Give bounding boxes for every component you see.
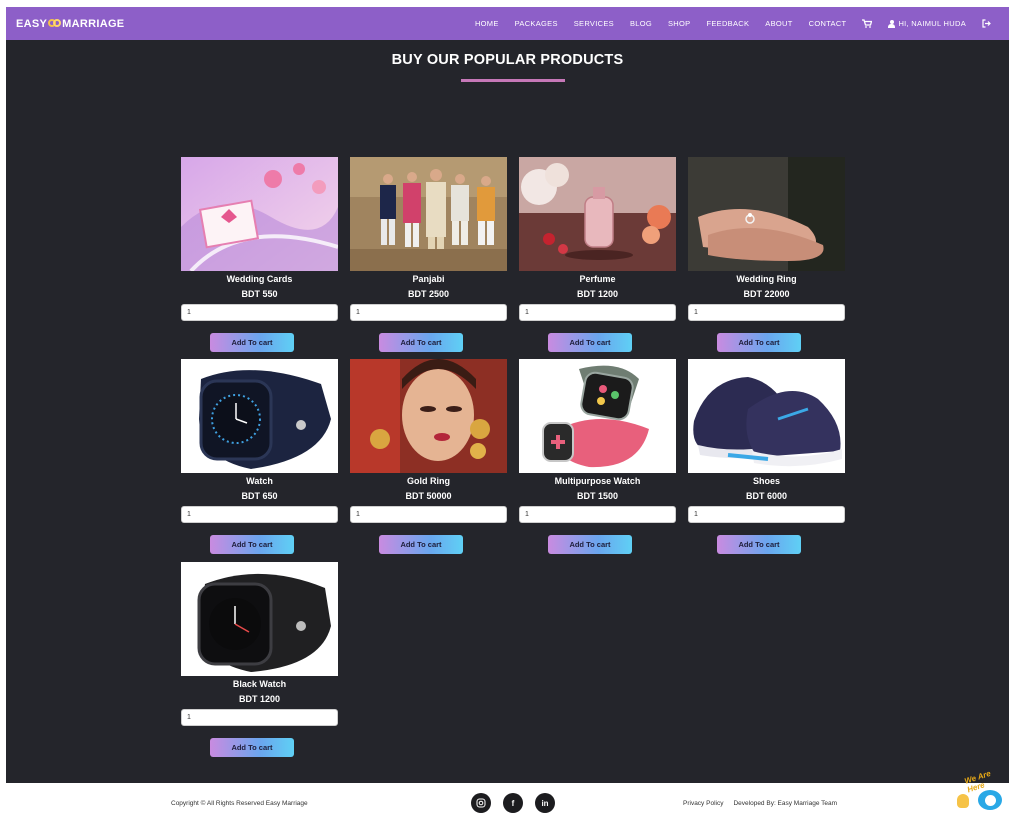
product-card-black-watch: Black Watch BDT 1200 Add To cart [181, 562, 338, 757]
add-to-cart-button[interactable]: Add To cart [717, 535, 801, 554]
add-to-cart-button[interactable]: Add To cart [210, 333, 294, 352]
logout-icon[interactable] [974, 19, 999, 28]
footer-links: Privacy Policy Developed By: Easy Marria… [683, 800, 837, 807]
product-name: Wedding Ring [736, 274, 797, 284]
nav-link-shop[interactable]: SHOP [660, 19, 698, 28]
developed-by-text: Developed By: Easy Marriage Team [733, 800, 838, 807]
product-name: Black Watch [232, 679, 287, 689]
gold-ring-image [350, 359, 507, 473]
title-underline [461, 79, 565, 82]
instagram-icon[interactable] [471, 793, 491, 813]
cart-icon[interactable] [854, 19, 880, 28]
wedding-ring-image [688, 157, 845, 271]
nav-link-services[interactable]: SERVICES [566, 19, 622, 28]
product-price: BDT 22000 [743, 289, 790, 299]
copyright-text: Copyright © All Rights Reserved Easy Mar… [171, 800, 308, 807]
product-name: Shoes [752, 476, 780, 486]
product-card-wedding-cards: Wedding Cards BDT 550 Add To cart [181, 157, 338, 352]
chat-help-widget[interactable]: We Are Here [955, 769, 1009, 813]
top-navbar: EASY MARRIAGE HOME PACKAGES SERVICES BLO… [6, 7, 1009, 40]
quantity-input[interactable] [181, 506, 338, 523]
nav-link-home[interactable]: HOME [467, 19, 507, 28]
quantity-input[interactable] [688, 506, 845, 523]
quantity-input[interactable] [519, 304, 676, 321]
perfume-image [519, 157, 676, 271]
shoes-image [688, 359, 845, 473]
user-name: HI, NAIMUL HUDA [898, 19, 966, 28]
waving-hand-icon [957, 794, 969, 808]
quantity-input[interactable] [350, 506, 507, 523]
nav-link-feedback[interactable]: FEEDBACK [698, 19, 757, 28]
nav-links: HOME PACKAGES SERVICES BLOG SHOP FEEDBAC… [467, 19, 999, 28]
product-price: BDT 1200 [576, 289, 619, 299]
product-card-multipurpose-watch: Multipurpose Watch BDT 1500 Add To cart [519, 359, 676, 554]
product-price: BDT 50000 [405, 491, 452, 501]
product-name: Watch [246, 476, 273, 486]
brand-text-right: MARRIAGE [62, 17, 125, 30]
multipurpose-watch-image [519, 359, 676, 473]
product-price: BDT 2500 [407, 289, 450, 299]
rings-icon [48, 19, 62, 28]
linkedin-icon[interactable]: in [535, 793, 555, 813]
quantity-input[interactable] [688, 304, 845, 321]
page-frame: EASY MARRIAGE HOME PACKAGES SERVICES BLO… [6, 7, 1009, 783]
nav-link-blog[interactable]: BLOG [622, 19, 660, 28]
product-price: BDT 1200 [238, 694, 281, 704]
product-name: Perfume [579, 274, 616, 284]
product-name: Multipurpose Watch [554, 476, 641, 486]
product-price: BDT 650 [241, 491, 278, 501]
social-links: f in [471, 793, 555, 813]
quantity-input[interactable] [519, 506, 676, 523]
brand-text-left: EASY [16, 17, 48, 30]
add-to-cart-button[interactable]: Add To cart [210, 535, 294, 554]
chat-bubble-icon[interactable] [976, 788, 1004, 812]
product-name: Wedding Cards [226, 274, 293, 284]
page-title: BUY OUR POPULAR PRODUCTS [391, 52, 624, 68]
user-menu[interactable]: HI, NAIMUL HUDA [880, 19, 974, 28]
add-to-cart-button[interactable]: Add To cart [210, 738, 294, 757]
brand-logo[interactable]: EASY MARRIAGE [16, 18, 124, 30]
product-card-wedding-ring: Wedding Ring BDT 22000 Add To cart [688, 157, 845, 352]
product-price: BDT 550 [241, 289, 278, 299]
product-card-perfume: Perfume BDT 1200 Add To cart [519, 157, 676, 352]
add-to-cart-button[interactable]: Add To cart [548, 333, 632, 352]
footer: Copyright © All Rights Reserved Easy Mar… [0, 783, 1009, 813]
add-to-cart-button[interactable]: Add To cart [379, 535, 463, 554]
product-card-watch: Watch BDT 650 Add To cart [181, 359, 338, 554]
nav-link-about[interactable]: ABOUT [757, 19, 800, 28]
wedding-cards-image [181, 157, 338, 271]
nav-link-contact[interactable]: CONTACT [801, 19, 855, 28]
product-name: Panjabi [412, 274, 445, 284]
product-price: BDT 1500 [576, 491, 619, 501]
product-card-panjabi: Panjabi BDT 2500 Add To cart [350, 157, 507, 352]
facebook-icon[interactable]: f [503, 793, 523, 813]
panjabi-image [350, 157, 507, 271]
black-watch-image [181, 562, 338, 676]
quantity-input[interactable] [181, 304, 338, 321]
privacy-policy-link[interactable]: Privacy Policy [683, 800, 723, 807]
nav-link-packages[interactable]: PACKAGES [507, 19, 566, 28]
product-card-shoes: Shoes BDT 6000 Add To cart [688, 359, 845, 554]
user-icon [888, 19, 896, 28]
add-to-cart-button[interactable]: Add To cart [548, 535, 632, 554]
add-to-cart-button[interactable]: Add To cart [379, 333, 463, 352]
watch-image [181, 359, 338, 473]
product-name: Gold Ring [407, 476, 450, 486]
add-to-cart-button[interactable]: Add To cart [717, 333, 801, 352]
product-card-gold-ring: Gold Ring BDT 50000 Add To cart [350, 359, 507, 554]
product-price: BDT 6000 [745, 491, 788, 501]
quantity-input[interactable] [350, 304, 507, 321]
quantity-input[interactable] [181, 709, 338, 726]
